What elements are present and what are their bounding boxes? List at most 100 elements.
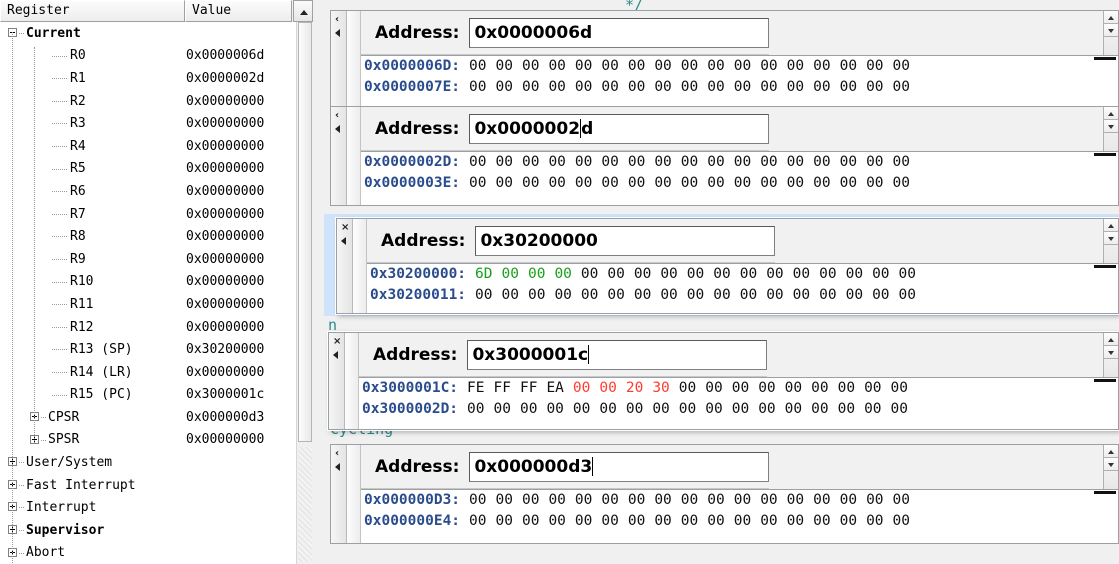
hex-dump-area[interactable]: 0x3000001C: FE FF FF EA 00 00 20 30 00 00 00 00 00 00 0… <box>359 377 1118 429</box>
hex-byte: 00 <box>601 79 619 95</box>
address-spinner[interactable] <box>1103 11 1118 55</box>
register-tree-row[interactable]: Supervisor <box>0 519 296 542</box>
scrollbar-thumb[interactable] <box>298 22 312 442</box>
memory-window-sidebar <box>345 333 359 429</box>
spinner-up-icon[interactable] <box>1104 219 1118 232</box>
register-name: R15 (PC) <box>70 387 133 403</box>
hex-byte: 00 <box>892 58 910 74</box>
address-input-value: 0x3000001c <box>472 344 589 365</box>
memory-window[interactable]: × Address: 0x3000001c 0x3000001C: FE FF FF EA 00… <box>328 332 1119 430</box>
spinner-down-icon[interactable] <box>1104 346 1118 359</box>
register-tree[interactable]: Current R0 0x0000006d R1 0x0000002d R2 0x00000… <box>0 22 296 564</box>
register-tree-row[interactable]: R1 0x0000002d <box>0 67 296 90</box>
register-name: R8 <box>70 229 86 245</box>
spinner-up-icon[interactable] <box>1104 107 1118 120</box>
memory-window-gutter: × <box>329 333 345 429</box>
scrollbar-track[interactable] <box>298 447 312 562</box>
register-name: R4 <box>70 138 86 154</box>
address-label: Address: <box>375 456 460 477</box>
hex-dump-row: 0x30200011: 00 00 00 00 00 00 00 00 00 00 00 00 00 00 0… <box>367 285 1118 306</box>
register-tree-row[interactable]: R0 0x0000006d <box>0 45 296 68</box>
spinner-down-icon[interactable] <box>1104 24 1118 37</box>
register-tree-row[interactable]: R2 0x00000000 <box>0 90 296 113</box>
spinner-up-icon[interactable] <box>1104 11 1118 24</box>
address-input[interactable]: 0x000000d3 <box>469 451 770 482</box>
address-bar-filler <box>769 11 1118 55</box>
collapse-arrow-icon[interactable] <box>341 237 346 245</box>
hex-dump-row: 0x3000002D: 00 00 00 00 00 00 00 00 00 00 00 00 00 00 0… <box>359 399 1118 420</box>
memory-window[interactable]: × Address: 0x30200000 0x30200000: 6D 00 00 00 00… <box>336 218 1119 314</box>
hex-byte: 00 <box>898 266 916 282</box>
register-tree-row[interactable]: R9 0x00000000 <box>0 248 296 271</box>
hex-byte: 00 <box>475 287 493 303</box>
hex-byte: 00 <box>495 492 513 508</box>
close-x-icon[interactable]: ‹ <box>335 111 339 121</box>
collapse-arrow-icon[interactable] <box>335 29 340 37</box>
register-tree-row[interactable]: R8 0x00000000 <box>0 225 296 248</box>
register-tree-scrollbar[interactable] <box>296 22 312 564</box>
close-x-icon[interactable]: ‹ <box>335 449 339 459</box>
register-tree-row[interactable]: R6 0x00000000 <box>0 180 296 203</box>
hex-dump-area[interactable]: 0x000000D3: 00 00 00 00 00 00 00 00 00 00 00 00 00 00 0… <box>361 489 1118 543</box>
address-spinner[interactable] <box>1103 219 1118 263</box>
close-x-icon[interactable]: ‹ <box>335 15 339 25</box>
memory-window[interactable]: ‹ Address: 0x0000002 d 0x0000002D: 00 00 00 00 00… <box>330 106 1119 206</box>
address-spinner[interactable] <box>1103 107 1118 151</box>
register-value: 0x00000000 <box>186 296 265 312</box>
register-value: 0x00000000 <box>186 319 265 335</box>
hex-byte: 00 <box>495 79 513 95</box>
address-input[interactable]: 0x3000001c <box>467 339 768 370</box>
hex-dump-area[interactable]: 0x0000006D: 00 00 00 00 00 00 00 00 00 00 00 00 00 00 0… <box>361 55 1118 109</box>
register-tree-row[interactable]: R5 0x00000000 <box>0 158 296 181</box>
register-tree-row[interactable]: Interrupt <box>0 496 296 519</box>
hex-dump-area[interactable]: 0x0000002D: 00 00 00 00 00 00 00 00 00 00 00 00 00 00 0… <box>361 151 1118 205</box>
spinner-down-icon[interactable] <box>1104 232 1118 245</box>
hex-dump-area[interactable]: 0x30200000: 6D 00 00 00 00 00 00 00 00 00 00 00 00 00 0… <box>367 263 1118 313</box>
spinner-down-icon[interactable] <box>1104 458 1118 471</box>
collapse-arrow-icon[interactable] <box>335 125 340 133</box>
close-x-icon[interactable]: × <box>341 223 349 233</box>
address-input[interactable]: 0x0000002 d <box>469 113 770 144</box>
spinner-down-icon[interactable] <box>1104 120 1118 133</box>
register-tree-row[interactable]: User/System <box>0 451 296 474</box>
register-tree-row[interactable]: R3 0x00000000 <box>0 112 296 135</box>
tree-connector-line <box>52 145 67 147</box>
memory-window[interactable]: ‹ Address: 0x000000d3 0x000000D3: 00 00 00 00 00… <box>330 444 1119 544</box>
hex-byte: 00 <box>627 175 646 191</box>
register-tree-row[interactable]: Current <box>0 22 296 45</box>
column-header-register[interactable]: Register <box>0 0 185 22</box>
register-tree-row[interactable]: R12 0x00000000 <box>0 316 296 339</box>
close-x-icon[interactable]: × <box>333 337 341 347</box>
register-name: R6 <box>70 183 86 199</box>
register-tree-row[interactable]: R10 0x00000000 <box>0 271 296 294</box>
memory-window-body: Address: 0x30200000 0x30200000: 6D 00 00 00 00 0… <box>367 219 1118 313</box>
collapse-arrow-icon[interactable] <box>333 351 338 359</box>
register-tree-row[interactable]: CPSR 0x000000d3 <box>0 406 296 429</box>
address-spinner[interactable] <box>1103 445 1118 489</box>
memory-window[interactable]: ‹ Address: 0x0000006d 0x0000006D: 00 00 00 00 00… <box>330 10 1119 110</box>
address-input[interactable]: 0x30200000 <box>475 225 776 256</box>
hex-byte: 00 <box>713 266 731 282</box>
register-tree-row[interactable]: SPSR 0x00000000 <box>0 429 296 452</box>
spinner-up-icon[interactable] <box>1104 445 1118 458</box>
hex-byte: 00 <box>819 266 837 282</box>
register-tree-row[interactable]: R14 (LR) 0x00000000 <box>0 361 296 384</box>
address-spinner[interactable] <box>1103 333 1118 377</box>
register-tree-row[interactable]: R15 (PC) 0x3000001c <box>0 384 296 407</box>
address-input[interactable]: 0x0000006d <box>469 17 770 48</box>
register-tree-row[interactable]: Abort <box>0 542 296 564</box>
hex-byte: FE <box>467 380 485 396</box>
register-tree-row[interactable]: R4 0x00000000 <box>0 135 296 158</box>
address-bar-filler <box>769 107 1118 151</box>
scroll-up-button[interactable] <box>293 0 313 22</box>
register-tree-row[interactable]: Fast Interrupt <box>0 474 296 497</box>
register-tree-row[interactable]: R13 (SP) 0x30200000 <box>0 338 296 361</box>
spinner-up-icon[interactable] <box>1104 333 1118 346</box>
hex-byte: 00 <box>707 79 725 95</box>
column-header-value[interactable]: Value <box>185 0 292 22</box>
register-tree-row[interactable]: R7 0x00000000 <box>0 203 296 226</box>
collapse-arrow-icon[interactable] <box>335 463 340 471</box>
hex-byte: 00 <box>521 58 540 74</box>
hex-byte: 00 <box>760 154 778 170</box>
register-tree-row[interactable]: R11 0x00000000 <box>0 293 296 316</box>
